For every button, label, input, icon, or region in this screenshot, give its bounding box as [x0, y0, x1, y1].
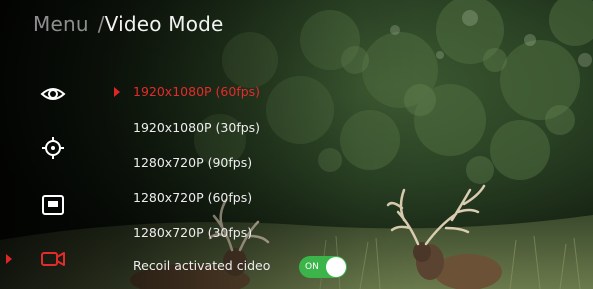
video-mode-option[interactable]: 1920x1080P (60fps)	[133, 84, 260, 100]
video-mode-option[interactable]: 1280x720P (60fps)	[133, 190, 252, 206]
breadcrumb-menu[interactable]: Menu	[33, 12, 89, 36]
image-frame-icon	[42, 195, 64, 215]
sidebar-item-view[interactable]	[40, 81, 66, 107]
sidebar-item-video[interactable]	[40, 246, 66, 272]
breadcrumb-separator: /	[97, 12, 105, 36]
recoil-video-label: Recoil activated cideo	[133, 258, 271, 273]
video-mode-option[interactable]: 1280x720P (90fps)	[133, 155, 252, 171]
eye-icon	[40, 88, 66, 100]
active-section-marker	[6, 254, 12, 264]
video-mode-option[interactable]: 1280x720P (30fps)	[133, 225, 252, 241]
page-title: Video Mode	[104, 12, 224, 36]
selected-option-marker	[114, 87, 120, 97]
sidebar-item-reticle[interactable]	[40, 135, 66, 161]
toggle-knob	[326, 257, 346, 277]
video-mode-option[interactable]: 1920x1080P (30fps)	[133, 120, 260, 136]
breadcrumb: Menu /Video Mode	[33, 12, 224, 36]
recoil-video-toggle[interactable]: ON	[299, 256, 347, 278]
toggle-state-label: ON	[305, 262, 319, 272]
crosshair-icon	[42, 137, 64, 159]
video-camera-icon	[41, 252, 65, 266]
menu-overlay	[0, 0, 593, 289]
sidebar-item-display[interactable]	[40, 192, 66, 218]
